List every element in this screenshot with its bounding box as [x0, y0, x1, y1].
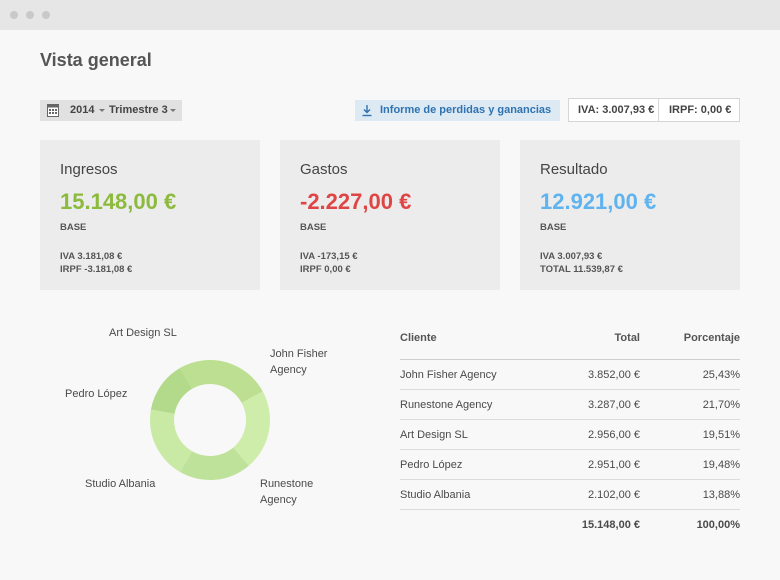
table-row: Runestone Agency 3.287,00 € 21,70%: [400, 390, 740, 420]
window-close-dot[interactable]: [10, 11, 18, 19]
row-total: 3.287,00 €: [588, 399, 640, 411]
income-iva: IVA 3.181,08 €: [60, 251, 123, 262]
table-row: John Fisher Agency 3.852,00 € 25,43%: [400, 360, 740, 390]
pie-label-art-design: Art Design SL: [109, 327, 177, 339]
quarter-dropdown[interactable]: Trimestre 3: [109, 104, 168, 116]
row-client: John Fisher Agency: [400, 369, 497, 381]
header-total[interactable]: Total: [615, 332, 640, 344]
result-title: Resultado: [540, 161, 608, 178]
result-total: TOTAL 11.539,87 €: [540, 264, 623, 275]
quarter-caret-icon[interactable]: [170, 109, 176, 112]
expenses-base-label: BASE: [300, 222, 327, 233]
row-client: Studio Albania: [400, 489, 471, 501]
window-titlebar: [0, 0, 780, 30]
total-percentage: 100,00%: [696, 519, 740, 531]
year-dropdown[interactable]: 2014: [70, 104, 94, 116]
row-percentage: 21,70%: [702, 399, 740, 411]
download-icon: [362, 105, 372, 117]
row-total: 2.102,00 €: [588, 489, 640, 501]
window-maximize-dot[interactable]: [42, 11, 50, 19]
income-amount: 15.148,00 €: [60, 189, 177, 214]
clients-table: Cliente Total Porcentaje John Fisher Age…: [400, 320, 740, 540]
total-amount: 15.148,00 €: [581, 519, 640, 531]
table-total-row: 15.148,00 € 100,00%: [400, 510, 740, 540]
row-client: Pedro López: [400, 459, 463, 471]
period-selector: 2014 Trimestre 3: [40, 100, 182, 121]
row-percentage: 25,43%: [702, 369, 740, 381]
income-title: Ingresos: [60, 161, 118, 178]
result-card: Resultado 12.921,00 € BASE IVA 3.007,93 …: [520, 140, 740, 290]
header-percentage[interactable]: Porcentaje: [684, 332, 740, 344]
row-client: Runestone Agency: [400, 399, 493, 411]
expenses-amount: -2.227,00 €: [300, 189, 412, 214]
row-total: 3.852,00 €: [588, 369, 640, 381]
header-client[interactable]: Cliente: [400, 332, 437, 344]
row-percentage: 19,48%: [702, 459, 740, 471]
window-minimize-dot[interactable]: [26, 11, 34, 19]
expenses-card: Gastos -2.227,00 € BASE IVA -173,15 € IR…: [280, 140, 500, 290]
row-percentage: 19,51%: [702, 429, 740, 441]
income-card: Ingresos 15.148,00 € BASE IVA 3.181,08 €…: [40, 140, 260, 290]
row-client: Art Design SL: [400, 429, 468, 441]
profit-loss-report-button[interactable]: Informe de perdidas y ganancias: [355, 100, 560, 121]
pie-label-john-fisher: John Fisher Agency: [270, 348, 328, 376]
result-iva: IVA 3.007,93 €: [540, 251, 603, 262]
donut-slice-john-fisher-agency[interactable]: [180, 360, 263, 403]
calendar-icon[interactable]: [47, 104, 59, 117]
year-caret-icon[interactable]: [99, 109, 105, 112]
pie-label-pedro-lopez: Pedro López: [65, 388, 128, 400]
expenses-iva: IVA -173,15 €: [300, 251, 358, 262]
table-row: Pedro López 2.951,00 € 19,48%: [400, 450, 740, 480]
row-percentage: 13,88%: [702, 489, 740, 501]
expenses-title: Gastos: [300, 161, 348, 178]
table-row: Art Design SL 2.956,00 € 19,51%: [400, 420, 740, 450]
row-total: 2.951,00 €: [588, 459, 640, 471]
income-irpf: IRPF -3.181,08 €: [60, 264, 133, 275]
result-amount: 12.921,00 €: [540, 189, 657, 214]
table-row: Studio Albania 2.102,00 € 13,88%: [400, 480, 740, 510]
row-total: 2.956,00 €: [588, 429, 640, 441]
report-button-label: Informe de perdidas y ganancias: [380, 104, 552, 116]
pie-label-runestone: Runestone Agency: [260, 478, 314, 506]
income-base-label: BASE: [60, 222, 87, 233]
expenses-irpf: IRPF 0,00 €: [300, 264, 351, 275]
table-header-row: Cliente Total Porcentaje: [400, 320, 740, 360]
pie-label-studio-albania: Studio Albania: [85, 478, 156, 490]
iva-total-badge: IVA: 3.007,93 €: [568, 98, 659, 122]
iva-total-text: IVA: 3.007,93 €: [578, 104, 655, 116]
irpf-total-text: IRPF: 0,00 €: [669, 104, 732, 116]
irpf-total-badge: IRPF: 0,00 €: [658, 98, 740, 122]
page-title: Vista general: [40, 50, 152, 70]
result-base-label: BASE: [540, 222, 567, 233]
